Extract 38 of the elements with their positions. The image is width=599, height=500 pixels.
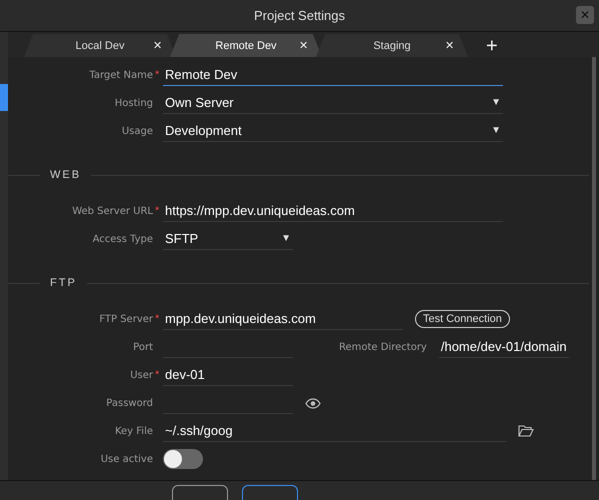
text-field[interactable]: ~/.ssh/goog xyxy=(163,420,506,442)
eye-icon[interactable] xyxy=(305,398,321,408)
dropdown[interactable]: Own Server ▼ xyxy=(163,92,503,114)
tab[interactable]: Staging ✕ xyxy=(316,34,468,57)
field-label: FTP Server xyxy=(98,314,153,324)
window-title: Project Settings xyxy=(254,8,346,23)
folder-icon[interactable] xyxy=(518,425,534,437)
field-label: Remote Directory xyxy=(339,342,427,352)
sidebar-selection xyxy=(0,84,8,111)
tab-close-button[interactable]: ✕ xyxy=(153,39,162,52)
field-label: Hosting xyxy=(114,98,153,108)
field-label: User xyxy=(129,370,153,380)
text-field[interactable]: mpp.dev.uniqueideas.com xyxy=(163,308,403,330)
required-mark: * xyxy=(154,369,160,381)
required-mark: * xyxy=(154,69,160,81)
tab-close-button[interactable]: ✕ xyxy=(299,39,308,52)
section-heading: FTP xyxy=(50,277,77,289)
tab-close-button[interactable]: ✕ xyxy=(445,39,454,52)
field-label: Access Type xyxy=(92,234,153,244)
field-label: Key File xyxy=(114,426,153,436)
test-connection-button[interactable]: Test Connection xyxy=(415,310,510,328)
dropdown[interactable]: Development ▼ xyxy=(163,120,503,142)
field-label: Use active xyxy=(100,454,153,464)
field-label: Web Server URL xyxy=(71,206,153,216)
field-label: Password xyxy=(105,398,153,408)
toggle-switch[interactable] xyxy=(163,449,203,469)
required-mark: * xyxy=(154,313,160,325)
section-heading: WEB xyxy=(50,169,82,181)
field-label: Usage xyxy=(120,126,153,136)
dropdown[interactable]: SFTP ▼ xyxy=(163,228,293,250)
add-tab-button[interactable]: + xyxy=(484,35,500,57)
field-label: Port xyxy=(132,342,153,352)
text-field[interactable]: Remote Dev xyxy=(163,64,503,86)
text-field[interactable]: dev-01 xyxy=(163,364,293,386)
required-mark: * xyxy=(154,205,160,217)
text-field[interactable]: https://mpp.dev.uniqueideas.com xyxy=(163,200,503,222)
text-field[interactable]: /home/dev-01/domain xyxy=(438,336,569,358)
field-label: Target Name xyxy=(88,70,153,80)
